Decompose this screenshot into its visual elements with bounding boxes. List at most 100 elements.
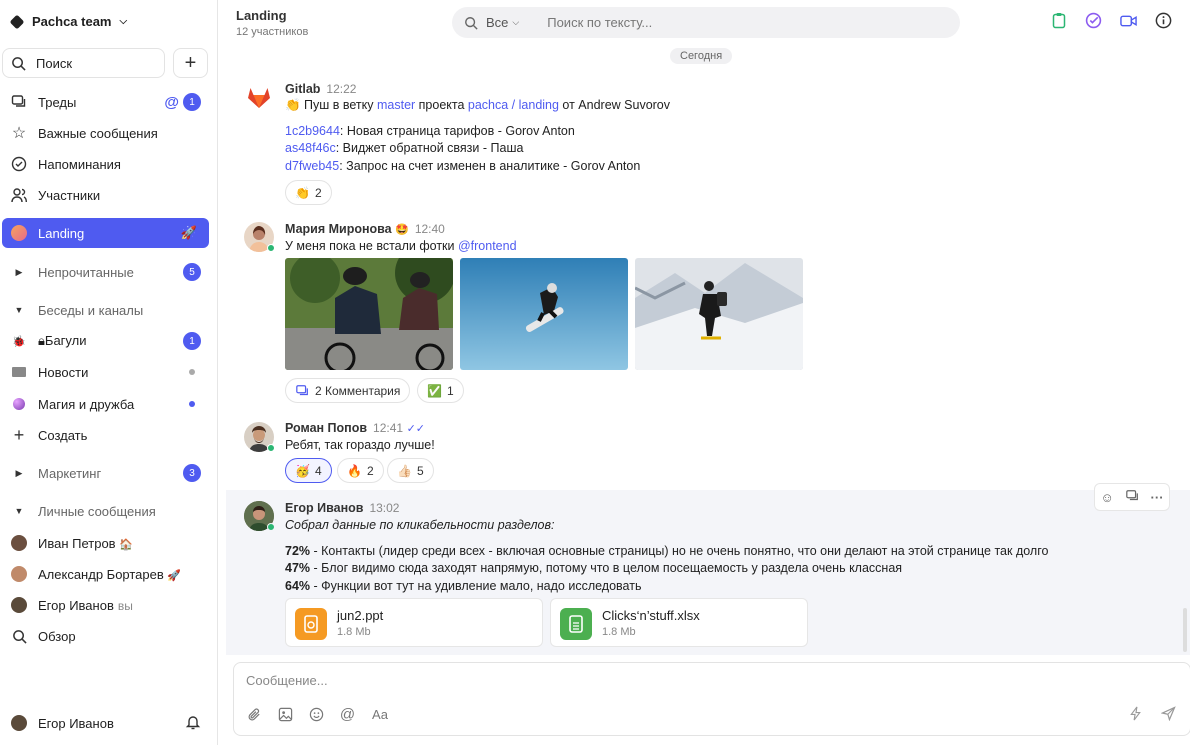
mention-icon: @: [164, 93, 179, 111]
author-name: Роман Попов: [285, 421, 368, 435]
branch-link[interactable]: master: [377, 98, 415, 112]
reaction-emoji: 🔥: [347, 463, 362, 478]
unread-dot: [189, 401, 195, 407]
sidebar-item-create[interactable]: + Создать: [2, 420, 209, 450]
current-user[interactable]: Егор Иванов: [2, 708, 209, 738]
online-status: [267, 523, 275, 531]
sidebar-search[interactable]: Поиск: [2, 48, 165, 78]
text-part: 👏 Пуш в ветку: [285, 98, 377, 112]
marketing-badge: 3: [183, 464, 201, 482]
unread-badge: 5: [183, 263, 201, 281]
section-chats[interactable]: ▼ Беседы и каналы: [2, 295, 209, 325]
message-text: 👏 Пуш в ветку master проекта pachca / la…: [285, 98, 670, 113]
presentation-file-icon: [295, 608, 327, 640]
message-search[interactable]: Все ⌵ Поиск по тексту...: [452, 7, 960, 38]
reaction[interactable]: 👏 2: [285, 180, 332, 205]
file-attachment[interactable]: Clicks‘n’stuff.xlsx 1.8 Mb: [550, 598, 808, 647]
sidebar-item-ivan-petrov[interactable]: Иван Петров 🏠: [2, 528, 209, 558]
team-name: Pachca team: [32, 14, 112, 29]
bell-icon[interactable]: [185, 714, 201, 733]
reaction-count: 4: [314, 463, 322, 478]
mention-link[interactable]: @frontend: [458, 239, 517, 253]
search-scope-select[interactable]: Все ⌵: [486, 15, 539, 30]
threads-badge: 1: [183, 93, 201, 111]
search-icon: [12, 56, 26, 71]
commit-link[interactable]: as48f46c: [285, 141, 336, 155]
sidebar-item-landing[interactable]: Landing 🚀: [2, 218, 209, 248]
avatar: [10, 566, 28, 582]
emoji-icon[interactable]: [308, 706, 325, 723]
comments-button[interactable]: 2 Комментария: [285, 378, 411, 403]
video-call-icon[interactable]: [1120, 12, 1137, 29]
text-part: проекта: [415, 98, 468, 112]
users-icon: [10, 187, 28, 203]
channel-title: Landing: [236, 8, 287, 23]
sidebar-item-important[interactable]: ☆ Важные сообщения: [2, 118, 209, 148]
message-author[interactable]: Роман Попов 12:41 ✓✓: [285, 421, 425, 435]
task-check-icon[interactable]: [1085, 12, 1102, 29]
sidebar-item-label: Участники: [38, 187, 101, 203]
message-intro: Собрал данные по кликабельности разделов…: [285, 518, 555, 532]
sidebar-item-magic[interactable]: Магия и дружба: [2, 389, 209, 419]
message-input[interactable]: [246, 673, 846, 688]
info-icon[interactable]: [1155, 12, 1172, 29]
lightning-icon[interactable]: [1129, 706, 1143, 724]
photo-skier[interactable]: [635, 258, 803, 370]
sidebar-item-news[interactable]: Новости: [2, 357, 209, 387]
project-link[interactable]: pachca / landing: [468, 98, 559, 112]
message-author[interactable]: Егор Иванов 13:02: [285, 501, 399, 515]
sidebar-item-reminders[interactable]: Напоминания: [2, 149, 209, 179]
reaction[interactable]: ✅ 1: [417, 378, 464, 403]
add-reaction-icon[interactable]: ☺: [1100, 490, 1113, 505]
team-switcher[interactable]: Pachca team ⌵: [9, 14, 127, 29]
search-scope-label: Все: [486, 15, 509, 30]
reaction[interactable]: 👍🏻 5: [387, 458, 434, 483]
photo-cyclists[interactable]: [285, 258, 453, 370]
message-author[interactable]: Gitlab 12:22: [285, 82, 356, 96]
reaction[interactable]: 🔥 2: [337, 458, 384, 483]
avatar: [10, 715, 28, 731]
search-placeholder: Поиск по тексту...: [547, 15, 653, 30]
reaction-count: 1: [446, 383, 454, 398]
new-chat-button[interactable]: +: [173, 48, 208, 78]
photo-snowboarder[interactable]: [460, 258, 628, 370]
sidebar-item-members[interactable]: Участники: [2, 180, 209, 210]
reply-thread-icon[interactable]: [1125, 489, 1140, 506]
send-icon[interactable]: [1160, 706, 1176, 724]
section-marketing[interactable]: ▶ Маркетинг 3: [2, 458, 209, 488]
file-attachment[interactable]: jun2.ppt 1.8 Mb: [285, 598, 543, 647]
commit-link[interactable]: 1c2b9644: [285, 124, 340, 138]
sidebar-item-egor[interactable]: Егор Иванов вы: [2, 590, 209, 620]
image-icon[interactable]: [277, 706, 294, 723]
clipboard-icon[interactable]: [1050, 12, 1067, 29]
avatar: [10, 535, 28, 551]
reaction-selected[interactable]: 🥳 4: [285, 458, 332, 483]
stat-line: 47% - Блог видимо сюда заходят напрямую,…: [285, 561, 902, 575]
file-size: 1.8 Mb: [602, 626, 636, 638]
commit-link[interactable]: d7fweb45: [285, 159, 339, 173]
scrollbar-thumb[interactable]: [1183, 608, 1187, 652]
author-emoji: 🤩: [395, 224, 409, 236]
member-count[interactable]: 12 участников: [236, 26, 308, 38]
attach-icon[interactable]: [246, 706, 263, 723]
thread-icon: [296, 384, 308, 395]
sidebar-item-threads[interactable]: Треды @ 1: [2, 87, 209, 117]
section-direct-messages[interactable]: ▼ Личные сообщения: [2, 496, 209, 526]
mention-icon[interactable]: @: [339, 706, 356, 723]
sidebar-item-label: Беседы и каналы: [38, 302, 144, 318]
sidebar-item-baguli[interactable]: 🐞 🔒︎Багули 1: [2, 326, 209, 356]
text-format-icon[interactable]: Aa: [370, 706, 390, 723]
team-logo-icon: [9, 14, 25, 29]
sidebar-item-overview[interactable]: Обзор: [2, 621, 209, 651]
sidebar-item-alexander[interactable]: Александр Бортарев 🚀: [2, 559, 209, 589]
message-author[interactable]: Мария Миронова 🤩 12:40: [285, 222, 445, 236]
sidebar-search-label: Поиск: [36, 55, 73, 71]
self-suffix: вы: [117, 598, 133, 613]
author-name: Gitlab: [285, 82, 321, 96]
sidebar-item-label: Landing: [38, 225, 85, 241]
section-unread[interactable]: ▶ Непрочитанные 5: [2, 257, 209, 287]
caret-right-icon: ▶: [15, 467, 23, 478]
commit-text: : Новая страница тарифов - Gorov Anton: [339, 124, 575, 138]
comments-label: 2 Комментария: [315, 383, 401, 398]
more-icon[interactable]: ···: [1151, 490, 1164, 505]
